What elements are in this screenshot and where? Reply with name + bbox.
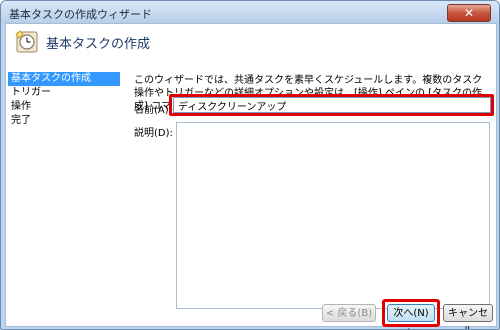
- back-button[interactable]: < 戻る(B): [322, 304, 376, 322]
- description-textarea[interactable]: [176, 122, 490, 309]
- wizard-client-area: 基本タスクの作成 基本タスクの作成 トリガー 操作 完了 このウィザードでは、共…: [5, 23, 497, 329]
- step-create-basic-task[interactable]: 基本タスクの作成: [8, 72, 120, 86]
- step-action[interactable]: 操作: [8, 100, 120, 114]
- next-button[interactable]: 次へ(N) >: [387, 304, 435, 329]
- step-finish[interactable]: 完了: [8, 114, 120, 128]
- cancel-button[interactable]: キャンセル: [443, 304, 493, 329]
- task-wizard-window: 基本タスクの作成ウィザード ✕ 基本タスクの作成 基本タスクの作成 トリガー 操…: [0, 0, 500, 330]
- description-label: 説明(D):: [134, 128, 173, 139]
- window-title: 基本タスクの作成ウィザード: [9, 8, 152, 21]
- title-bar: 基本タスクの作成ウィザード ✕: [1, 1, 499, 23]
- close-button[interactable]: ✕: [447, 4, 491, 22]
- wizard-step-list: 基本タスクの作成 トリガー 操作 完了: [8, 72, 120, 128]
- page-title: 基本タスクの作成: [46, 37, 151, 52]
- clock-icon: [15, 30, 38, 53]
- step-trigger[interactable]: トリガー: [8, 86, 120, 100]
- name-label: 名前(A):: [134, 105, 173, 116]
- wizard-header: 基本タスクの作成: [6, 24, 496, 64]
- name-input[interactable]: [173, 97, 491, 113]
